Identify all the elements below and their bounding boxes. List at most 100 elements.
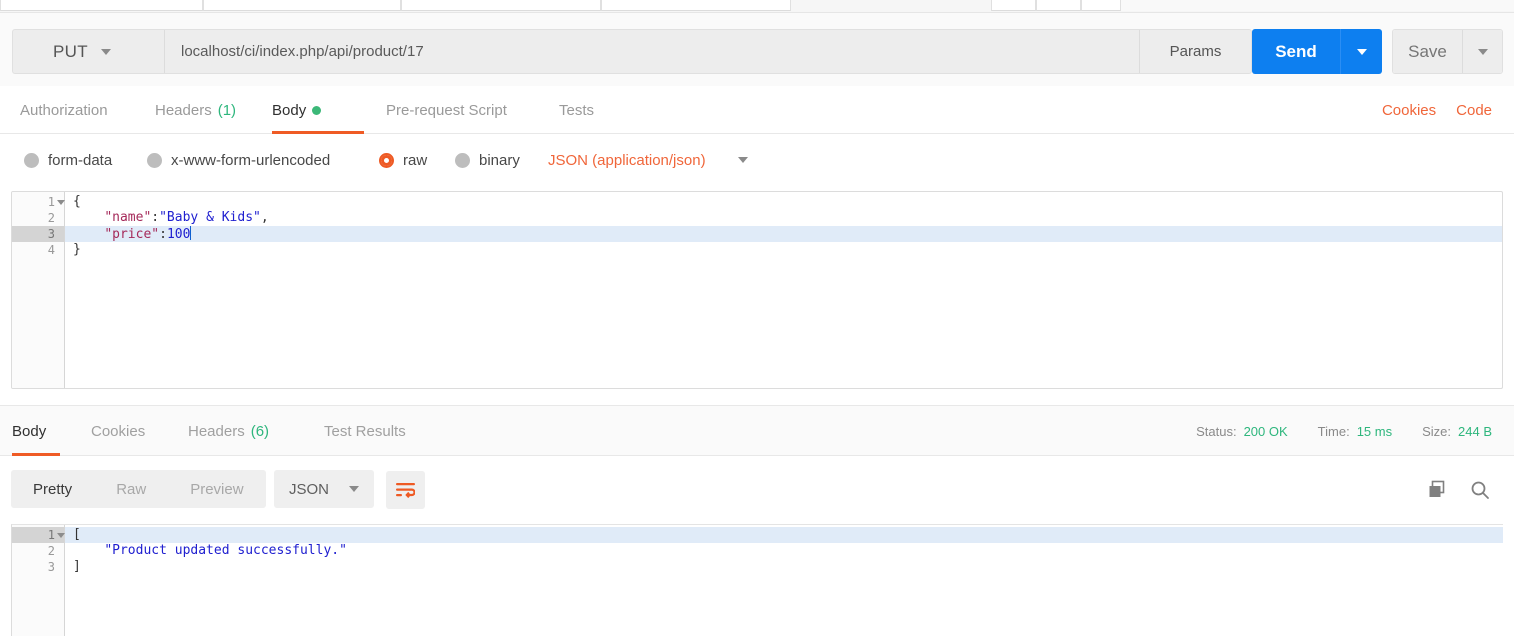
word-wrap-icon (396, 482, 415, 498)
view-mode-raw[interactable]: Raw (94, 470, 168, 508)
body-type-x-www-form-urlencoded[interactable]: x-www-form-urlencoded (147, 152, 330, 169)
request-code-line: { (65, 194, 1502, 210)
request-editor-code[interactable]: { "name":"Baby & Kids", "price":100} (65, 192, 1502, 388)
code-token-punct: } (73, 242, 81, 257)
request-tab-authorization[interactable]: Authorization (20, 86, 108, 134)
request-tab-label: Tests (559, 101, 595, 119)
http-method-dropdown[interactable]: PUT (13, 30, 165, 73)
request-tabs: Authorization Headers (1) Body Pre-request S… (0, 86, 1514, 134)
response-meta: Status: 200 OK Time: 15 ms Size: 244 B (1196, 406, 1492, 456)
code-token-punct: : (151, 210, 160, 225)
request-code-line: "price":100 (65, 226, 1502, 242)
response-size-indicator: Size: 244 B (1422, 424, 1492, 439)
response-tab-cookies[interactable]: Cookies (91, 406, 145, 456)
save-options-button[interactable] (1462, 30, 1502, 73)
code-token-punct (73, 543, 104, 558)
code-token-punct: , (260, 210, 269, 225)
params-label: Params (1169, 43, 1222, 60)
request-tab-pre-request-script[interactable]: Pre-request Script (386, 86, 507, 134)
radio-button-icon[interactable] (24, 152, 39, 168)
response-line-number: 2 (47, 544, 55, 558)
request-tab-body[interactable]: Body (272, 86, 364, 134)
code-token-punct: [ (73, 527, 81, 542)
url-input[interactable]: localhost/ci/index.php/api/product/17 (165, 30, 1139, 73)
copy-button[interactable] (1428, 480, 1448, 500)
text-cursor (190, 226, 192, 240)
response-tab-test-results[interactable]: Test Results (324, 406, 406, 456)
code-token-punct: { (73, 194, 81, 209)
body-type-binary[interactable]: binary (455, 152, 520, 169)
code-token-punct (73, 227, 104, 242)
request-tab-label: Headers (155, 101, 212, 119)
radio-button-icon[interactable] (379, 152, 394, 168)
browser-tab[interactable] (401, 0, 601, 11)
meta-label: Size: (1422, 423, 1452, 439)
radio-button-icon[interactable] (147, 152, 162, 168)
body-type-form-data[interactable]: form-data (24, 152, 112, 169)
meta-value: 200 OK (1243, 423, 1288, 439)
url-bar: PUT localhost/ci/index.php/api/product/1… (12, 29, 1252, 74)
view-mode-preview[interactable]: Preview (168, 470, 265, 508)
word-wrap-button[interactable] (386, 471, 425, 509)
link-code[interactable]: Code (1456, 102, 1492, 119)
params-button[interactable]: Params (1139, 30, 1251, 73)
browser-tab[interactable] (991, 0, 1036, 11)
request-line-number: 1 (12, 194, 65, 210)
fold-arrow-icon[interactable] (57, 533, 65, 538)
request-tab-tests[interactable]: Tests (559, 86, 594, 134)
body-type-row: form-data x-www-form-urlencoded raw binary J… (0, 134, 1514, 186)
send-options-button[interactable] (1340, 29, 1382, 74)
code-token-punct (73, 210, 104, 225)
browser-tab[interactable] (0, 0, 203, 11)
request-editor-gutter: 1234 (12, 192, 65, 388)
response-code-line: ] (65, 559, 1503, 575)
meta-value: 244 B (1458, 423, 1492, 439)
response-tab-count: (6) (250, 422, 270, 440)
request-tab-label: Authorization (20, 101, 108, 119)
body-type-raw[interactable]: raw (379, 152, 427, 169)
request-tab-label: Body (272, 101, 307, 119)
body-type-label: form-data (48, 151, 113, 169)
response-format-dropdown[interactable]: JSON (274, 470, 374, 508)
request-tab-links: Cookies Code (1382, 86, 1492, 134)
code-token-str: "Product updated successfully." (104, 543, 347, 558)
browser-tab[interactable] (203, 0, 401, 11)
chevron-down-icon (1356, 48, 1367, 55)
radio-button-icon[interactable] (455, 152, 470, 168)
view-mode-pretty[interactable]: Pretty (11, 470, 94, 508)
response-tabs: Body Cookies Headers (6) Test Results Status:… (0, 406, 1514, 456)
http-method-label: PUT (53, 41, 88, 61)
body-type-label: binary (479, 151, 520, 169)
request-line-number: 3 (12, 226, 64, 242)
link-cookies[interactable]: Cookies (1382, 102, 1436, 119)
response-action-icons (1428, 471, 1490, 509)
browser-tab[interactable] (1081, 0, 1121, 11)
response-toolbar: Pretty Raw Preview JSON (0, 456, 1514, 524)
request-body-editor[interactable]: 1234 { "name":"Baby & Kids", "price":100… (11, 191, 1503, 389)
code-token-punct: : (159, 227, 167, 242)
response-body-editor[interactable]: 12 3 [ "Product updated successfully."] (11, 524, 1503, 636)
response-tab-body[interactable]: Body (12, 406, 60, 456)
code-token-num: 100 (166, 227, 191, 242)
save-button[interactable]: Save (1393, 30, 1462, 73)
meta-label: Time: (1317, 423, 1350, 439)
content-type-label: JSON (application/json) (548, 151, 706, 169)
meta-value: 15 ms (1356, 423, 1393, 439)
response-format-label: JSON (288, 480, 329, 498)
send-button-group: Send (1252, 29, 1382, 74)
browser-tab[interactable] (601, 0, 791, 11)
search-button[interactable] (1470, 480, 1490, 500)
request-code-line: } (65, 242, 1502, 258)
chevron-down-icon (737, 157, 748, 163)
response-view-mode-group: Pretty Raw Preview (11, 470, 266, 508)
browser-tab[interactable] (1036, 0, 1081, 11)
request-tab-headers[interactable]: Headers (1) (155, 86, 236, 134)
chevron-down-icon (1477, 48, 1488, 55)
url-text: localhost/ci/index.php/api/product/17 (181, 43, 424, 60)
save-button-group: Save (1392, 29, 1503, 74)
send-button[interactable]: Send (1252, 29, 1340, 74)
content-type-dropdown[interactable]: JSON (application/json) (548, 152, 748, 169)
response-tab-headers[interactable]: Headers (6) (188, 406, 269, 456)
body-present-dot-icon (312, 105, 322, 115)
fold-arrow-icon[interactable] (57, 200, 65, 205)
